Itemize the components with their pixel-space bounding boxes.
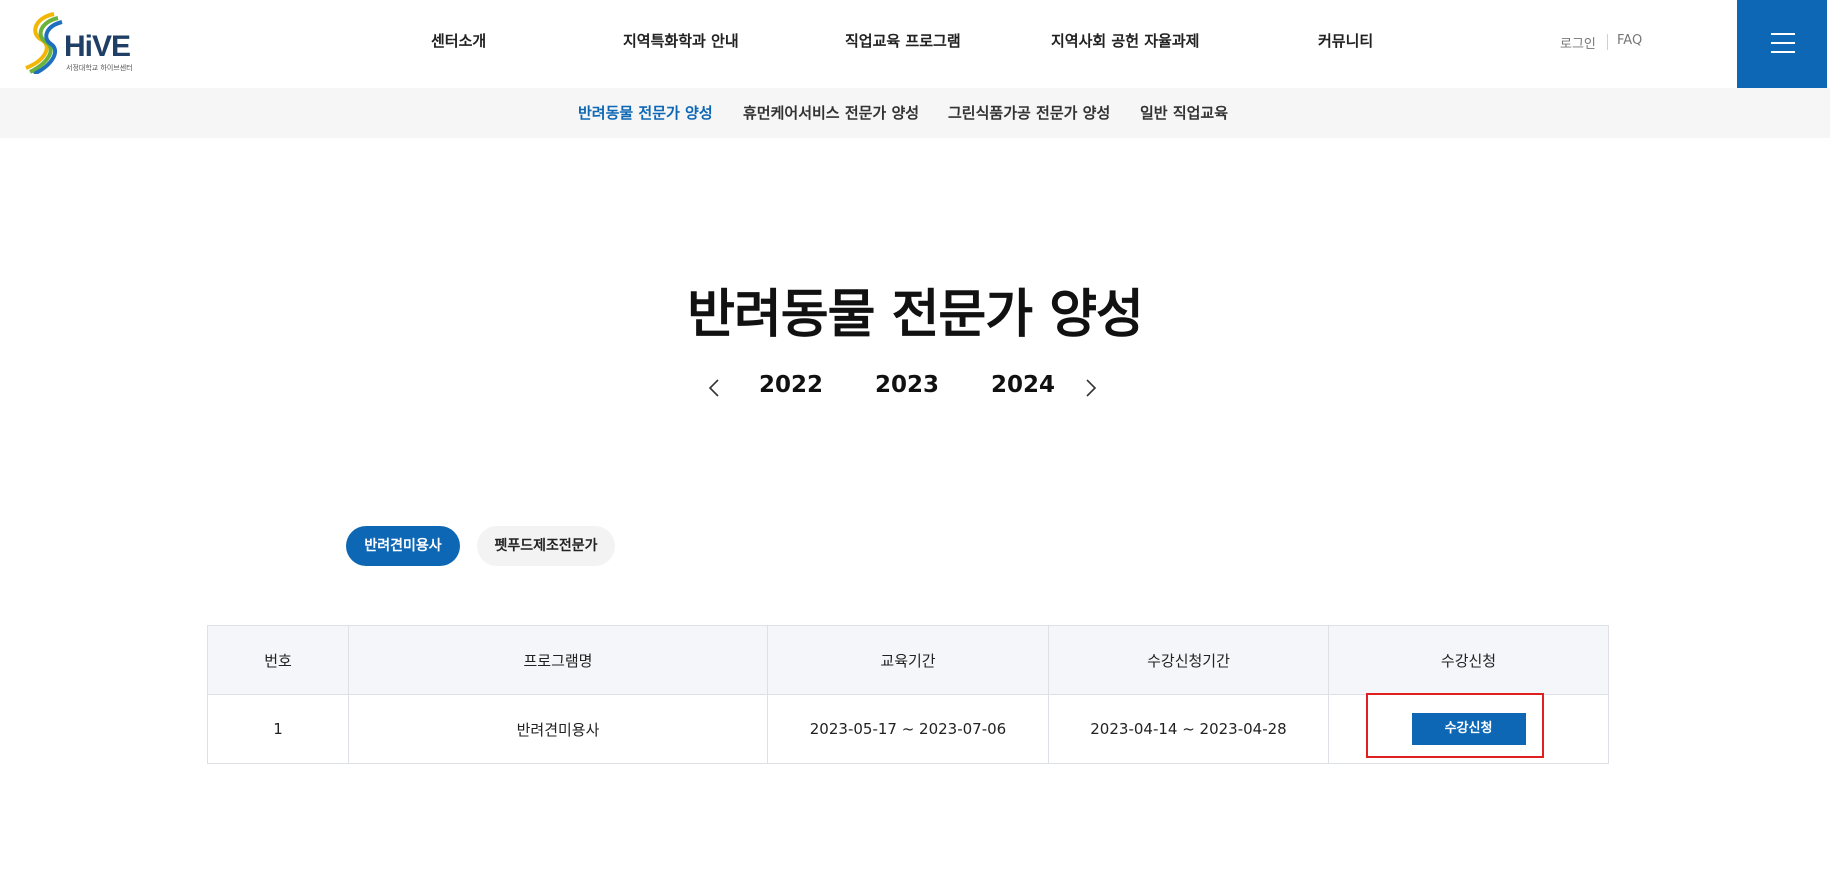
table-header-row: 번호 프로그램명 교육기간 수강신청기간 수강신청 [207,625,1609,695]
cell-apply-period: 2023-04-14 ~ 2023-04-28 [1048,694,1329,764]
col-header-period: 교육기간 [767,625,1049,695]
subnav-item-general[interactable]: 일반 직업교육 [1140,102,1228,123]
highlight-box [1366,693,1544,758]
cell-program: 반려견미용사 [348,694,768,764]
chevron-left-icon[interactable] [702,375,728,401]
gnb-item-programs[interactable]: 직업교육 프로그램 [845,30,961,51]
logo-swoosh-icon [25,12,63,76]
col-header-no: 번호 [207,625,349,695]
gnb-item-community[interactable]: 커뮤니티 [1318,30,1373,51]
util-divider [1607,34,1608,50]
menu-button[interactable] [1737,0,1827,88]
tab-dog-grooming[interactable]: 반려견미용사 [346,526,460,566]
cell-no: 1 [207,694,349,764]
logo-wordmark: HiVE [64,30,131,63]
gnb-item-community-tasks[interactable]: 지역사회 공헌 자율과제 [1051,30,1199,51]
faq-link[interactable]: FAQ [1617,33,1642,48]
site-logo[interactable]: HiVE 서정대학교 하이브센터 [24,10,144,76]
year-2024[interactable]: 2024 [991,372,1055,398]
tab-pet-food[interactable]: 펫푸드제조전문가 [477,526,615,566]
cell-period: 2023-05-17 ~ 2023-07-06 [767,694,1049,764]
login-link[interactable]: 로그인 [1560,33,1596,52]
col-header-program: 프로그램명 [348,625,768,695]
year-2022[interactable]: 2022 [759,372,823,398]
site-header: HiVE 서정대학교 하이브센터 센터소개 지역특화학과 안내 직업교육 프로그… [0,0,1830,88]
hamburger-icon-line [1771,51,1795,53]
gnb-item-departments[interactable]: 지역특화학과 안내 [623,30,739,51]
subnav-item-pet[interactable]: 반려동물 전문가 양성 [578,102,713,123]
page-title: 반려동물 전문가 양성 [687,285,1144,345]
year-2023[interactable]: 2023 [875,372,939,398]
gnb-item-center[interactable]: 센터소개 [431,30,486,51]
sub-nav: 반려동물 전문가 양성 휴먼케어서비스 전문가 양성 그린식품가공 전문가 양성… [0,88,1830,138]
hamburger-icon-line [1771,33,1795,35]
chevron-right-icon[interactable] [1077,375,1103,401]
col-header-apply-period: 수강신청기간 [1048,625,1329,695]
logo-subtitle: 서정대학교 하이브센터 [66,64,133,72]
col-header-apply: 수강신청 [1328,625,1609,695]
hamburger-icon-line [1771,42,1795,44]
subnav-item-green-food[interactable]: 그린식품가공 전문가 양성 [948,102,1110,123]
subnav-item-human-care[interactable]: 휴먼케어서비스 전문가 양성 [743,102,919,123]
